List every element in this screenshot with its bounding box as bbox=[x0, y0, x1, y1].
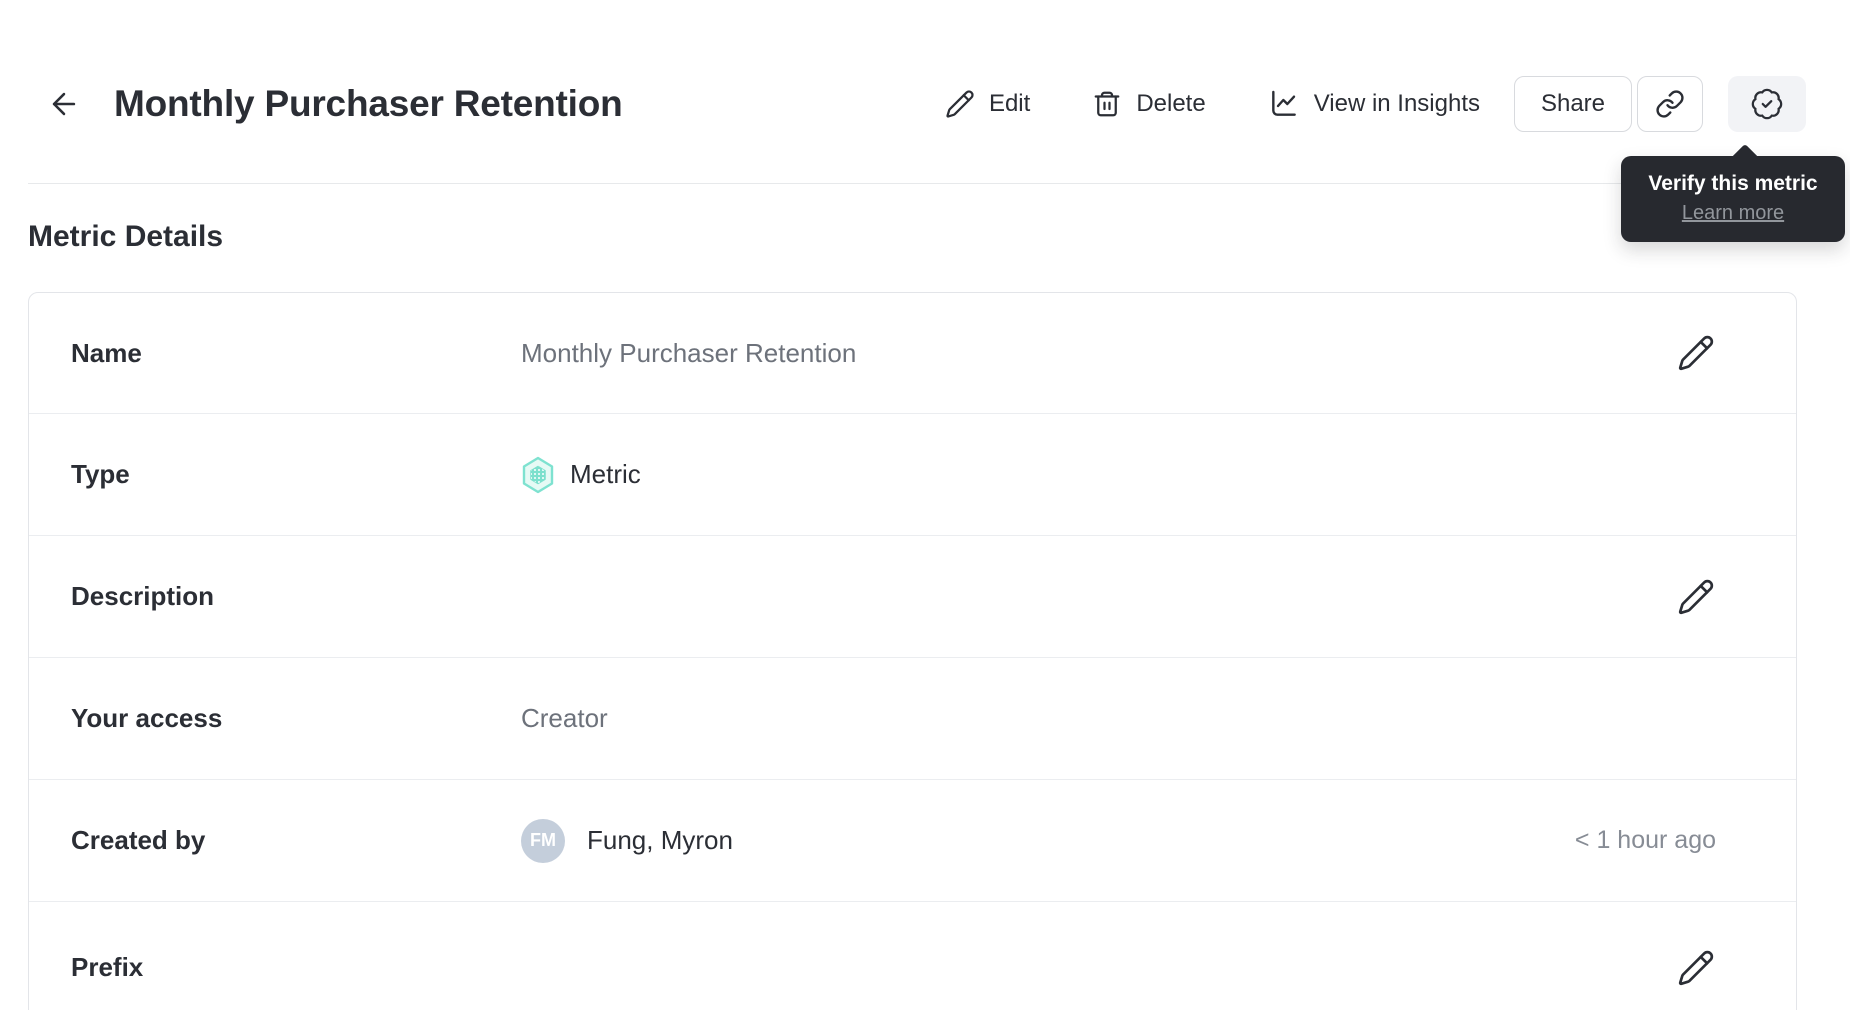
row-value: Creator bbox=[521, 703, 608, 733]
share-button-group: Share bbox=[1514, 75, 1806, 132]
row-label: Prefix bbox=[71, 952, 144, 982]
page-header: Monthly Purchaser Retention Edit Delete … bbox=[28, 0, 1822, 184]
header-toolbar: Edit Delete View in Insights Share bbox=[945, 75, 1806, 132]
delete-button-label: Delete bbox=[1136, 89, 1206, 117]
pencil-icon bbox=[1677, 578, 1715, 616]
share-button[interactable]: Share bbox=[1514, 75, 1632, 132]
created-by-value: Fung, Myron bbox=[587, 825, 733, 855]
delete-button[interactable]: Delete bbox=[1092, 89, 1206, 119]
view-in-insights-label: View in Insights bbox=[1313, 89, 1480, 117]
tooltip-learn-more-link[interactable]: Learn more bbox=[1629, 199, 1837, 227]
view-in-insights-button[interactable]: View in Insights bbox=[1268, 88, 1480, 120]
table-row-prefix: Prefix bbox=[29, 901, 1796, 1010]
table-row-description: Description bbox=[29, 535, 1796, 657]
trash-icon bbox=[1092, 89, 1122, 119]
row-label: Created by bbox=[71, 825, 206, 855]
metric-details-card: Name Monthly Purchaser Retention Type Me… bbox=[28, 292, 1797, 1010]
pencil-icon bbox=[945, 89, 975, 119]
copy-link-icon bbox=[1655, 89, 1685, 119]
table-row-name: Name Monthly Purchaser Retention bbox=[29, 293, 1796, 413]
edit-name-button[interactable] bbox=[1676, 333, 1716, 373]
metric-hexagon-icon bbox=[521, 456, 555, 494]
copy-link-button[interactable] bbox=[1637, 75, 1703, 132]
row-label: Type bbox=[71, 459, 130, 489]
edit-button[interactable]: Edit bbox=[945, 89, 1030, 119]
section-title: Metric Details bbox=[28, 220, 224, 253]
row-label: Name bbox=[71, 337, 142, 368]
page-title: Monthly Purchaser Retention bbox=[114, 82, 623, 124]
table-row-type: Type Metric bbox=[29, 413, 1796, 535]
created-time-badge: < 1 hour ago bbox=[1574, 826, 1716, 854]
share-button-label: Share bbox=[1540, 89, 1606, 117]
metric-details-page: Monthly Purchaser Retention Edit Delete … bbox=[0, 0, 1850, 1010]
verify-metric-button[interactable] bbox=[1728, 75, 1806, 132]
line-chart-icon bbox=[1268, 88, 1300, 120]
pencil-icon bbox=[1677, 334, 1715, 372]
type-value: Metric bbox=[570, 459, 641, 489]
avatar: FM bbox=[521, 818, 565, 863]
edit-button-label: Edit bbox=[988, 89, 1031, 117]
edit-description-button[interactable] bbox=[1676, 577, 1716, 617]
verify-badge-icon bbox=[1750, 87, 1784, 121]
back-button[interactable] bbox=[44, 84, 84, 124]
row-value: Monthly Purchaser Retention bbox=[521, 337, 857, 368]
table-row-created-by: Created by FM Fung, Myron < 1 hour ago bbox=[29, 779, 1796, 901]
arrow-left-icon bbox=[47, 87, 81, 121]
verify-tooltip: Verify this metric Learn more bbox=[1621, 143, 1845, 242]
table-row-your-access: Your access Creator bbox=[29, 657, 1796, 779]
edit-prefix-button[interactable] bbox=[1676, 948, 1716, 988]
tooltip-title: Verify this metric bbox=[1648, 172, 1818, 195]
pencil-icon bbox=[1677, 949, 1715, 987]
row-label: Your access bbox=[71, 703, 223, 733]
row-label: Description bbox=[71, 581, 215, 611]
